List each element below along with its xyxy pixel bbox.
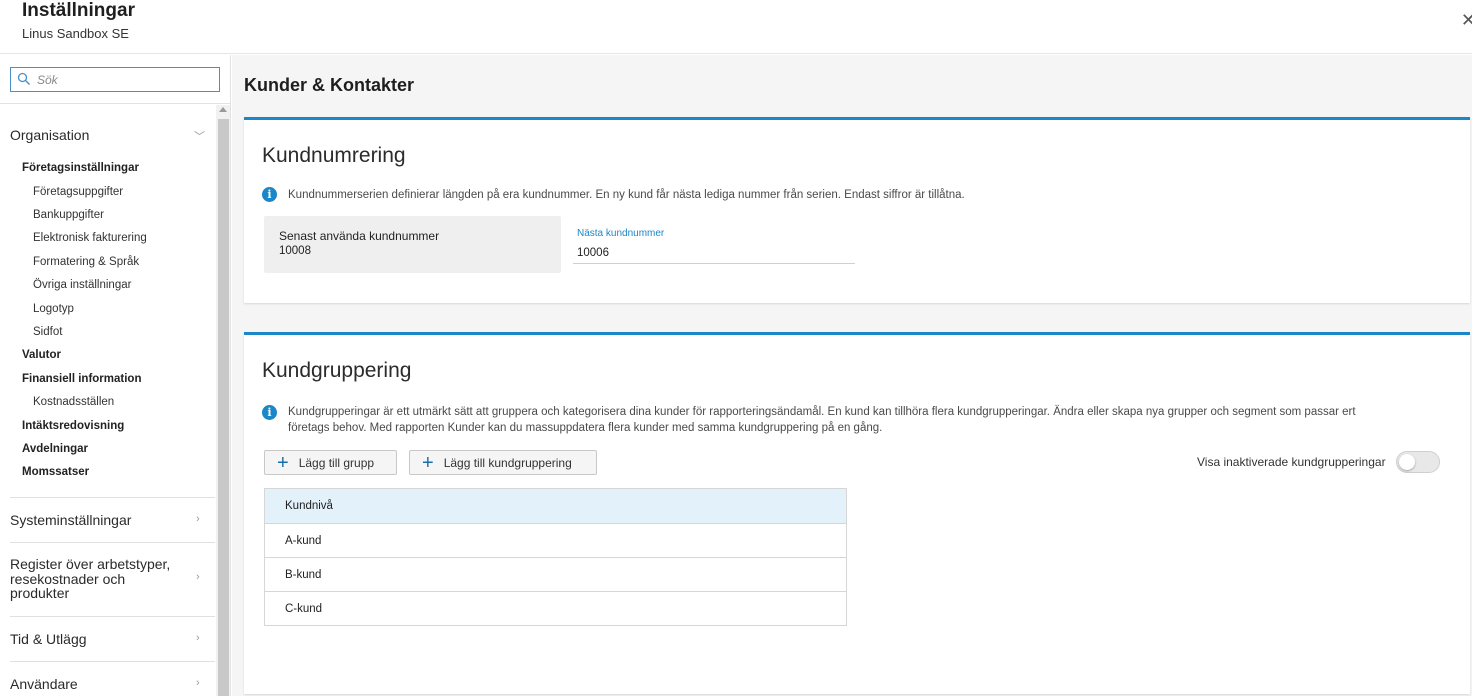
settings-header: Inställningar Linus Sandbox SE ✕ — [0, 0, 1472, 54]
list-item[interactable]: A-kund — [265, 523, 846, 557]
sidebar-section-register[interactable]: Register över arbetstyper, resekostnader… — [10, 557, 185, 601]
chevron-down-icon[interactable]: ﹀ — [194, 128, 205, 144]
kundnumrering-card: Kundnumrering i Kundnummerserien definie… — [244, 117, 1470, 303]
sidebar-item-kostnadsstallen[interactable]: Kostnadsställen — [33, 396, 114, 408]
toggle-knob — [1399, 454, 1415, 470]
add-group-button[interactable]: + Lägg till grupp — [264, 450, 397, 475]
card-title: Kundgruppering — [262, 359, 412, 382]
plus-icon: + — [422, 451, 434, 474]
card-title: Kundnumrering — [262, 144, 406, 167]
chevron-right-icon[interactable]: › — [196, 632, 200, 644]
divider — [10, 661, 215, 662]
settings-title: Inställningar — [22, 0, 135, 21]
info-icon: i — [262, 405, 277, 420]
search-box[interactable] — [10, 67, 220, 92]
sidebar-item-momssatser[interactable]: Momssatser — [22, 466, 89, 478]
sidebar-item-sidfot[interactable]: Sidfot — [33, 326, 62, 338]
last-used-number-box: Senast använda kundnummer 10008 — [264, 216, 561, 273]
sidebar-section-organisation[interactable]: Organisation — [10, 127, 89, 143]
list-item[interactable]: C-kund — [265, 591, 846, 625]
list-item[interactable]: B-kund — [265, 557, 846, 591]
sidebar-item-finansiell[interactable]: Finansiell information — [22, 373, 141, 385]
settings-sidebar: Organisation ﹀ Företagsinställningar För… — [0, 55, 231, 696]
kundgruppering-card: Kundgruppering i Kundgrupperingar är ett… — [244, 332, 1470, 694]
search-input[interactable] — [37, 70, 215, 89]
sidebar-item-foretagsuppgifter[interactable]: Företagsuppgifter — [33, 186, 123, 198]
search-icon — [17, 72, 30, 85]
sidebar-item-intaktsredovisning[interactable]: Intäktsredovisning — [22, 420, 124, 432]
sidebar-item-foretagsinstallningar[interactable]: Företagsinställningar — [22, 162, 139, 174]
last-used-value: 10008 — [279, 245, 311, 257]
sidebar-item-bankuppgifter[interactable]: Bankuppgifter — [33, 209, 104, 221]
info-icon: i — [262, 187, 277, 202]
grouping-list: Kundnivå A-kund B-kund C-kund — [264, 488, 847, 626]
sidebar-item-formatering[interactable]: Formatering & Språk — [33, 256, 139, 268]
next-number-input[interactable] — [573, 242, 855, 264]
sidebar-item-valutor[interactable]: Valutor — [22, 349, 61, 361]
sidebar-item-elektronisk-fakturering[interactable]: Elektronisk fakturering — [33, 232, 147, 244]
company-name: Linus Sandbox SE — [22, 26, 129, 41]
add-customer-grouping-button[interactable]: + Lägg till kundgruppering — [409, 450, 597, 475]
scroll-up-icon[interactable] — [219, 107, 227, 112]
info-text: Kundnummerserien definierar längden på e… — [288, 189, 965, 201]
chevron-right-icon[interactable]: › — [196, 571, 200, 583]
show-inactive-label: Visa inaktiverade kundgrupperingar — [1197, 455, 1386, 469]
sidebar-section-anvandare[interactable]: Användare — [10, 676, 78, 692]
last-used-label: Senast använda kundnummer — [279, 229, 440, 243]
divider — [0, 103, 230, 104]
info-text-line-2: företags behov. Med rapporten Kunder kan… — [288, 422, 883, 434]
main-content: Kunder & Kontakter Kundnumrering i Kundn… — [232, 55, 1472, 696]
next-number-label: Nästa kundnummer — [577, 228, 665, 239]
sidebar-item-avdelningar[interactable]: Avdelningar — [22, 443, 88, 455]
plus-icon: + — [277, 451, 289, 474]
divider — [10, 497, 215, 498]
chevron-right-icon[interactable]: › — [196, 513, 200, 525]
divider — [10, 542, 215, 543]
add-grouping-label: Lägg till kundgruppering — [443, 455, 572, 470]
chevron-right-icon[interactable]: › — [196, 677, 200, 689]
sidebar-section-tid-utlagg[interactable]: Tid & Utlägg — [10, 631, 87, 647]
add-group-label: Lägg till grupp — [298, 455, 375, 470]
info-text-line-1: Kundgrupperingar är ett utmärkt sätt att… — [288, 406, 1356, 418]
page-title: Kunder & Kontakter — [244, 75, 415, 95]
sidebar-section-systeminstallningar[interactable]: Systeminställningar — [10, 512, 131, 528]
list-item[interactable]: Kundnivå — [265, 489, 846, 523]
sidebar-item-ovriga[interactable]: Övriga inställningar — [33, 279, 131, 291]
sidebar-item-logotyp[interactable]: Logotyp — [33, 303, 74, 315]
scrollbar-thumb[interactable] — [218, 119, 229, 696]
close-icon[interactable]: ✕ — [1461, 10, 1472, 31]
divider — [10, 616, 215, 617]
show-inactive-toggle[interactable] — [1396, 451, 1440, 473]
